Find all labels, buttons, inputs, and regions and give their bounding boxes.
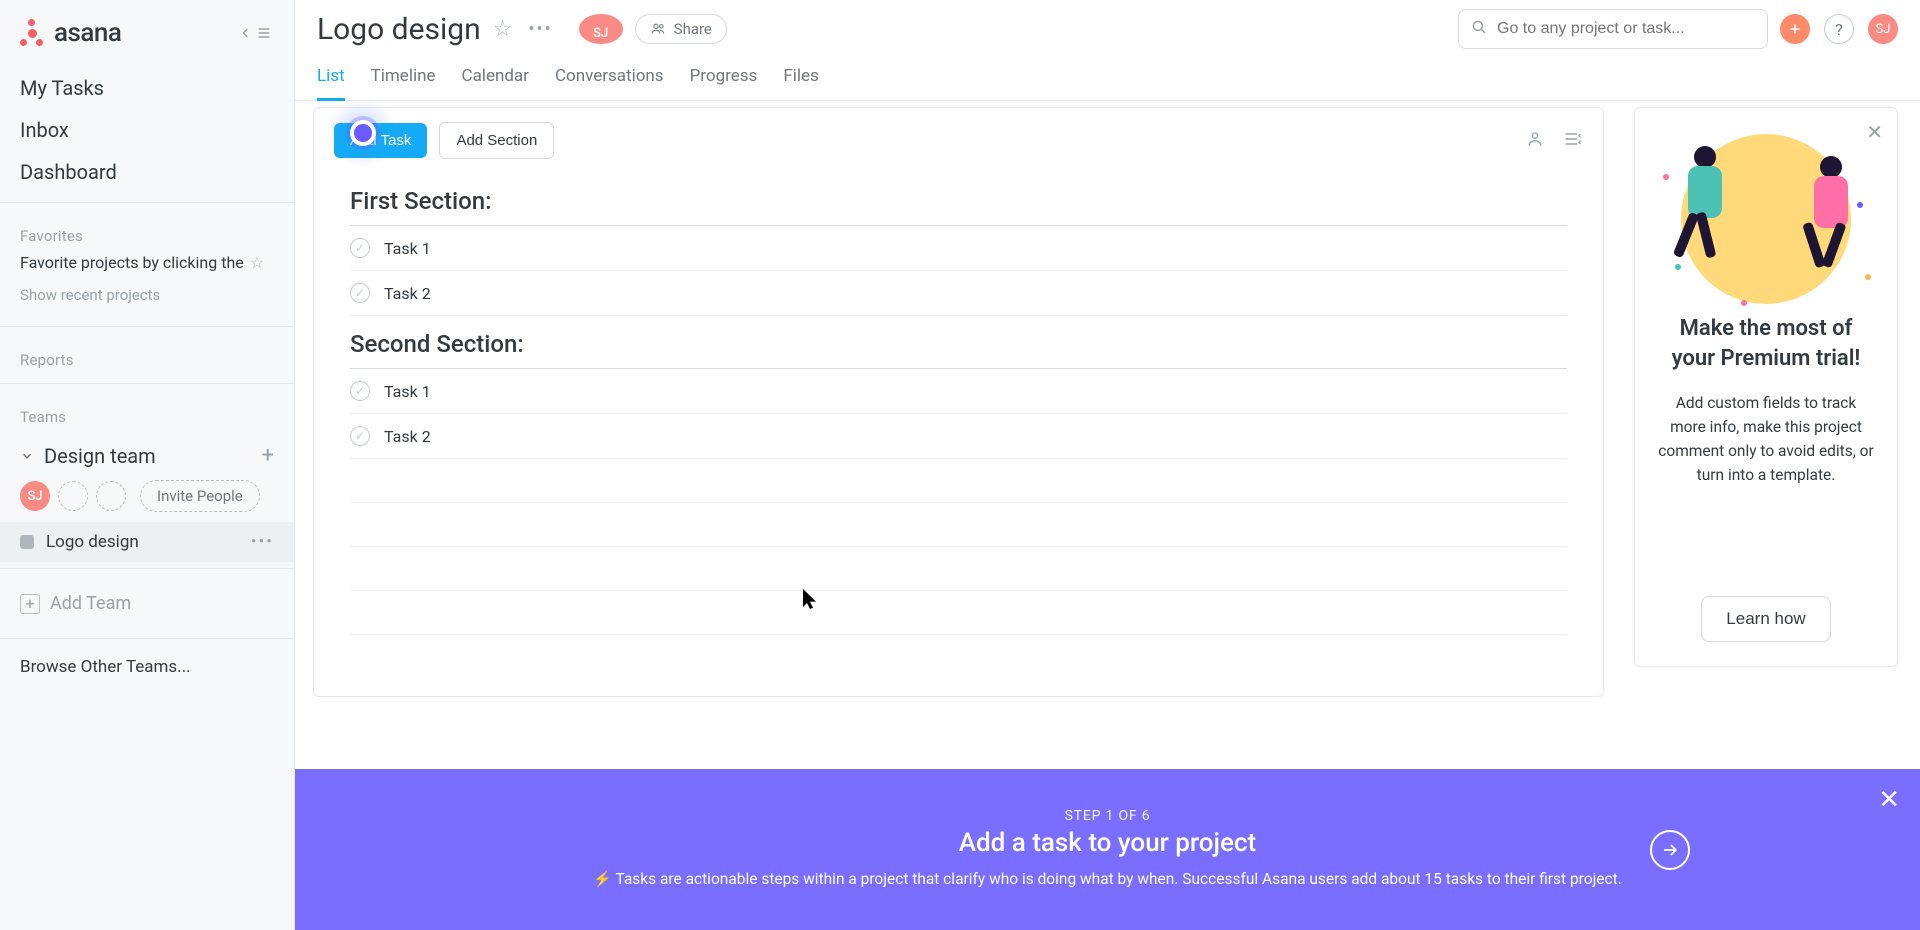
team-members: SJ Invite People [0, 474, 294, 522]
manage-members-icon[interactable] [1525, 129, 1545, 153]
task-row[interactable]: ✓ Task 2 [350, 271, 1567, 316]
add-task-button[interactable]: Add Task [334, 123, 427, 158]
browse-other-teams[interactable]: Browse Other Teams... [0, 645, 294, 689]
promo-body: Add custom fields to track more info, ma… [1657, 391, 1875, 487]
nav-dashboard[interactable]: Dashboard [20, 160, 274, 184]
onboarding-description: ⚡ Tasks are actionable steps within a pr… [375, 868, 1840, 891]
onboarding-banner: STEP 1 OF 6 Add a task to your project ⚡… [295, 769, 1920, 930]
task-name: Task 1 [384, 239, 431, 258]
add-team-button[interactable]: + Add Team [0, 575, 294, 632]
task-row[interactable]: ✓ Task 1 [350, 226, 1567, 271]
arrow-right-icon [1660, 840, 1680, 860]
share-button[interactable]: Share [635, 14, 727, 44]
complete-check-icon[interactable]: ✓ [350, 283, 370, 303]
empty-task-row[interactable] [350, 591, 1567, 635]
sidebar-project-logo-design[interactable]: Logo design ••• [0, 522, 294, 562]
app-name: asana [54, 18, 121, 48]
task-name: Task 2 [384, 284, 431, 303]
add-member-placeholder-icon[interactable] [96, 481, 126, 511]
cursor-icon [802, 588, 818, 614]
collapse-sidebar-button[interactable] [234, 21, 276, 45]
project-color-icon [20, 535, 34, 549]
favorites-section-label: Favorites [0, 209, 294, 253]
main-area: Logo design ☆ ••• SJ Share ? SJ List Tim… [295, 0, 1920, 930]
user-menu-avatar[interactable]: SJ [1868, 14, 1898, 44]
avatar[interactable]: SJ [20, 481, 50, 511]
complete-check-icon[interactable]: ✓ [350, 238, 370, 258]
project-member-avatar[interactable]: SJ [579, 14, 623, 44]
star-icon: ☆ [250, 253, 264, 272]
search-icon [1470, 18, 1488, 40]
task-name: Task 2 [384, 427, 431, 446]
invite-people-button[interactable]: Invite People [140, 480, 260, 512]
chevron-down-icon [20, 449, 34, 463]
learn-how-button[interactable]: Learn how [1701, 596, 1830, 642]
project-header: Logo design ☆ ••• SJ Share ? SJ [295, 0, 1920, 50]
add-member-placeholder-icon[interactable] [58, 481, 88, 511]
section-heading[interactable]: First Section: [350, 173, 1567, 226]
reports-section-label[interactable]: Reports [0, 333, 294, 377]
help-button[interactable]: ? [1824, 14, 1854, 44]
list-settings-icon[interactable] [1563, 129, 1583, 153]
task-row[interactable]: ✓ Task 1 [350, 369, 1567, 414]
project-title: Logo design [317, 12, 481, 47]
complete-check-icon[interactable]: ✓ [350, 381, 370, 401]
asana-logo-icon [18, 19, 46, 47]
team-item-design-team[interactable]: Design team + [0, 434, 294, 474]
task-row[interactable]: ✓ Task 2 [350, 414, 1567, 459]
plus-icon: + [20, 594, 40, 614]
quick-add-button[interactable] [1780, 14, 1810, 44]
project-name: Logo design [46, 532, 139, 552]
nav-inbox[interactable]: Inbox [20, 118, 274, 142]
chevron-left-icon [238, 25, 254, 41]
favorites-hint: Favorite projects by clicking the ☆ [0, 253, 294, 286]
empty-task-row[interactable] [350, 547, 1567, 591]
onboarding-close-icon[interactable]: ✕ [1878, 785, 1900, 815]
promo-heading: Make the most of your Premium trial! [1657, 314, 1875, 373]
project-more-icon[interactable]: ••• [251, 532, 274, 552]
nav-my-tasks[interactable]: My Tasks [20, 76, 274, 100]
section-heading[interactable]: Second Section: [350, 316, 1567, 369]
global-search[interactable] [1458, 9, 1768, 49]
team-name: Design team [44, 444, 156, 468]
complete-check-icon[interactable]: ✓ [350, 426, 370, 446]
onboarding-step-label: STEP 1 OF 6 [375, 808, 1840, 824]
teams-section-label: Teams [0, 390, 294, 434]
plus-icon [1787, 21, 1803, 37]
empty-task-row[interactable] [350, 503, 1567, 547]
onboarding-beacon-icon[interactable] [350, 120, 376, 146]
people-icon [650, 21, 666, 37]
add-section-button[interactable]: Add Section [439, 122, 554, 159]
primary-nav: My Tasks Inbox Dashboard [0, 58, 294, 196]
onboarding-next-button[interactable] [1650, 830, 1690, 870]
add-project-icon[interactable]: + [262, 445, 274, 467]
onboarding-title: Add a task to your project [375, 828, 1840, 858]
empty-task-row[interactable] [350, 459, 1567, 503]
show-recent-projects[interactable]: Show recent projects [0, 286, 294, 320]
sidebar: asana My Tasks Inbox Dashboard Favorites… [0, 0, 295, 930]
lightning-icon: ⚡ [593, 870, 612, 888]
favorite-star-icon[interactable]: ☆ [493, 17, 513, 42]
search-input[interactable] [1458, 9, 1768, 49]
app-logo[interactable]: asana [18, 18, 121, 48]
task-name: Task 1 [384, 382, 431, 401]
hamburger-icon [256, 25, 272, 41]
project-more-icon[interactable]: ••• [524, 19, 556, 40]
promo-illustration [1661, 134, 1871, 304]
